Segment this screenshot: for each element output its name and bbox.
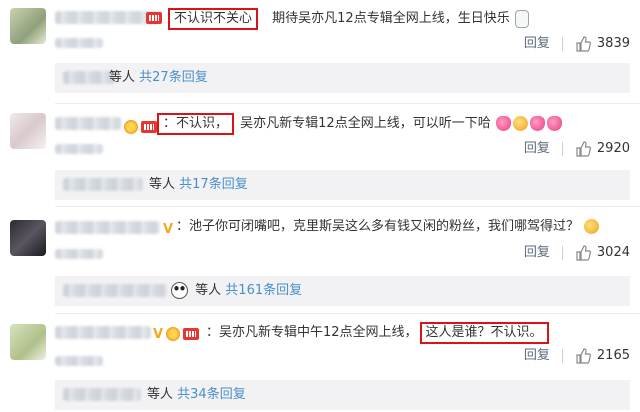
heart-emoji-icon <box>495 116 511 131</box>
vip-badge-icon <box>183 327 200 340</box>
reply-count-link[interactable]: 共17条回复 <box>179 177 248 192</box>
reply-count-link[interactable]: 共27条回复 <box>139 70 208 85</box>
avatar[interactable] <box>10 113 46 149</box>
username-blurred[interactable] <box>55 11 160 24</box>
reply-button[interactable]: 回复 <box>524 35 550 53</box>
like-count: 2920 <box>596 141 630 156</box>
vip-badge-icon <box>146 12 162 24</box>
avatar[interactable] <box>10 324 46 360</box>
heart-emoji-icon <box>546 116 562 131</box>
reply-thread-summary[interactable]: 等人 共161条回复 <box>55 276 630 306</box>
divider <box>55 206 640 207</box>
username-blurred[interactable] <box>55 326 151 339</box>
comment-text: ：不认识， 吴亦凡新专辑12点全网上线，可以听一下哈 <box>155 113 563 135</box>
comment-actions: 回复 3839 <box>524 35 630 53</box>
crown-badge-icon <box>166 326 181 341</box>
username-blurred[interactable] <box>55 117 121 130</box>
divider <box>55 313 640 314</box>
shiba-emoji-icon <box>584 219 600 234</box>
victory-hand-icon <box>514 9 529 28</box>
heart-emoji-icon <box>529 116 545 131</box>
username-blurred[interactable] <box>55 221 160 234</box>
comment-actions: 回复 2920 <box>524 140 630 158</box>
reply-button[interactable]: 回复 <box>524 140 550 158</box>
reply-users-blurred <box>63 71 115 84</box>
thumbs-up-icon[interactable] <box>575 36 591 52</box>
reply-thread-summary[interactable]: 等人 共27条回复 <box>55 63 630 93</box>
timestamp-blurred <box>55 249 103 259</box>
avatar[interactable] <box>10 8 46 44</box>
reply-thread-summary[interactable]: 等人 共17条回复 <box>55 170 630 200</box>
user-badges: V <box>163 218 176 237</box>
user-badges: V <box>153 323 202 342</box>
v-badge-icon: V <box>163 222 174 237</box>
crown-badge-icon <box>124 119 138 134</box>
v-badge-icon: V <box>153 327 164 342</box>
reply-count-link[interactable]: 共161条回复 <box>225 283 302 298</box>
divider <box>55 103 640 104</box>
highlight-box: 不认识不关心 <box>168 8 259 30</box>
reply-users-blurred <box>63 178 143 191</box>
like-count: 2165 <box>596 348 630 363</box>
reply-count-link[interactable]: 共34条回复 <box>177 387 246 402</box>
comment-text: 不认识不关心 期待吴亦凡12点专辑全网上线，生日快乐 <box>166 8 530 30</box>
comment-text: ：吴亦凡新专辑中午12点全网上线， 这人是谁？不认识。 <box>206 322 551 344</box>
avatar[interactable] <box>10 220 46 256</box>
reply-thread-summary[interactable]: 等人 共34条回复 <box>55 380 630 410</box>
comment-text: ：池子你可闭嘴吧，克里斯吴这么多有钱又闲的粉丝，我们哪驾得过？ <box>176 218 600 236</box>
highlight-box: 这人是谁？不认识。 <box>419 322 549 344</box>
timestamp-blurred <box>55 144 103 154</box>
like-count: 3839 <box>596 36 630 51</box>
reply-button[interactable]: 回复 <box>524 347 550 365</box>
reply-users-blurred <box>63 284 167 297</box>
highlight-box: ：不认识， <box>157 113 235 135</box>
comment-actions: 回复 3024 <box>524 244 630 262</box>
reply-button[interactable]: 回复 <box>524 244 550 262</box>
timestamp-blurred <box>55 356 103 366</box>
thumbs-up-icon[interactable] <box>575 245 591 261</box>
like-count: 3024 <box>596 245 630 260</box>
thumbs-up-icon[interactable] <box>575 141 591 157</box>
timestamp-blurred <box>55 38 103 48</box>
comment-actions: 回复 2165 <box>524 347 630 365</box>
face-emoji-icon <box>512 116 528 131</box>
thumbs-up-icon[interactable] <box>575 348 591 364</box>
panda-emoji-icon <box>171 282 188 299</box>
reply-users-blurred <box>63 388 141 401</box>
